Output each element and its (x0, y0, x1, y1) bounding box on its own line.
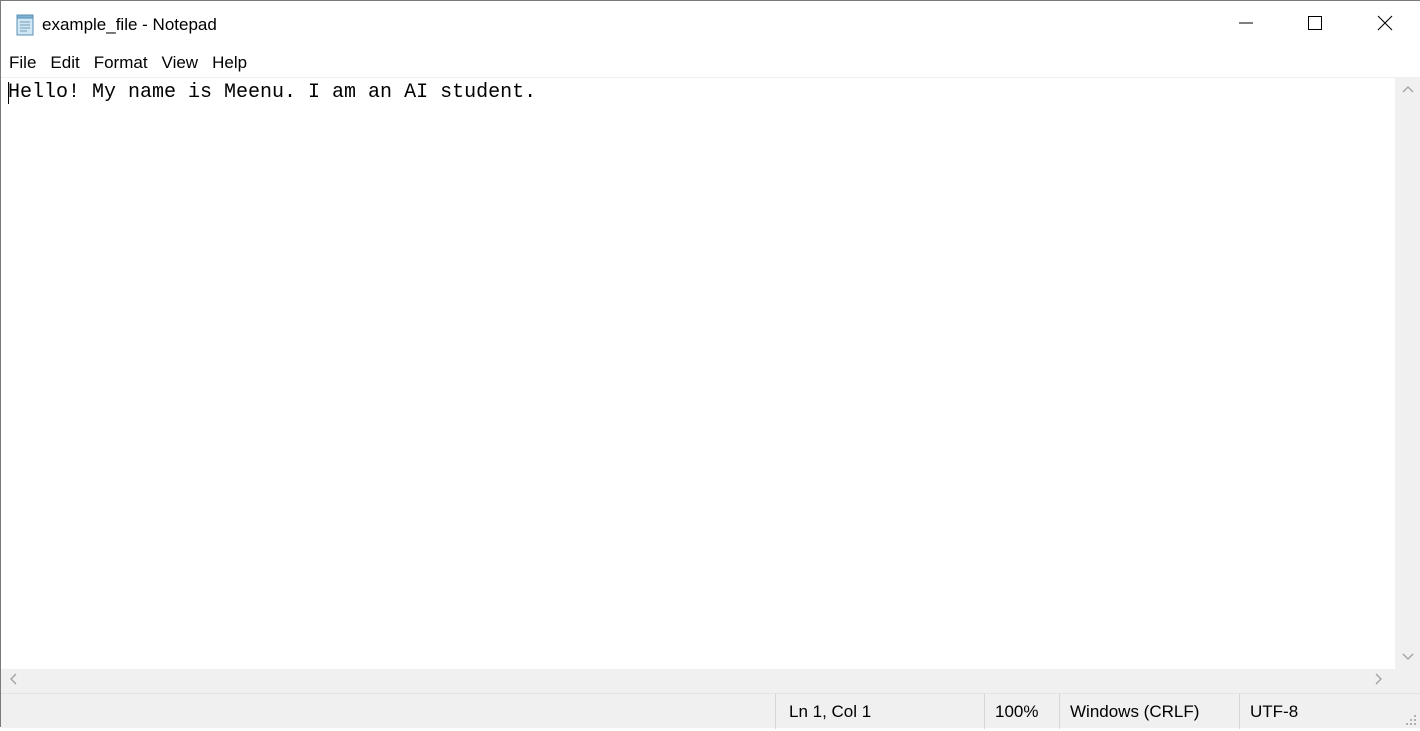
vertical-scrollbar[interactable] (1395, 77, 1420, 669)
chevron-down-icon (1402, 648, 1414, 666)
menu-view[interactable]: View (155, 50, 206, 76)
text-editor[interactable]: Hello! My name is Meenu. I am an AI stud… (1, 77, 1395, 669)
text-caret (8, 82, 9, 104)
chevron-right-icon (1375, 672, 1383, 690)
scrollbar-corner (1395, 669, 1420, 693)
notepad-window: example_file - Notepad File Edit Format … (0, 0, 1420, 729)
scroll-right-button[interactable] (1367, 669, 1391, 693)
title-bar[interactable]: example_file - Notepad (1, 1, 1420, 49)
menu-file[interactable]: File (1, 50, 43, 76)
scroll-down-button[interactable] (1395, 645, 1420, 669)
status-bar: Ln 1, Col 1 100% Windows (CRLF) UTF-8 (1, 693, 1420, 729)
maximize-icon (1307, 15, 1323, 36)
notepad-icon[interactable] (14, 14, 36, 36)
scroll-up-button[interactable] (1395, 77, 1420, 101)
horizontal-scrollbar[interactable] (1, 669, 1395, 693)
menu-bar: File Edit Format View Help (1, 49, 1420, 77)
minimize-button[interactable] (1211, 1, 1281, 49)
menu-help[interactable]: Help (205, 50, 254, 76)
menu-edit[interactable]: Edit (43, 50, 86, 76)
minimize-icon (1238, 15, 1254, 36)
editor-content[interactable]: Hello! My name is Meenu. I am an AI stud… (8, 81, 536, 105)
close-icon (1377, 15, 1393, 36)
status-zoom: 100% (984, 694, 1059, 729)
menu-format[interactable]: Format (87, 50, 155, 76)
maximize-button[interactable] (1280, 1, 1350, 49)
resize-grip-icon[interactable] (1405, 713, 1417, 725)
close-button[interactable] (1350, 1, 1420, 49)
status-cursor-position: Ln 1, Col 1 (775, 694, 984, 729)
chevron-left-icon (9, 672, 17, 690)
window-title: example_file - Notepad (42, 15, 217, 34)
status-line-ending: Windows (CRLF) (1059, 694, 1239, 729)
status-encoding: UTF-8 (1239, 694, 1399, 729)
scroll-left-button[interactable] (1, 669, 25, 693)
chevron-up-icon (1402, 80, 1414, 98)
